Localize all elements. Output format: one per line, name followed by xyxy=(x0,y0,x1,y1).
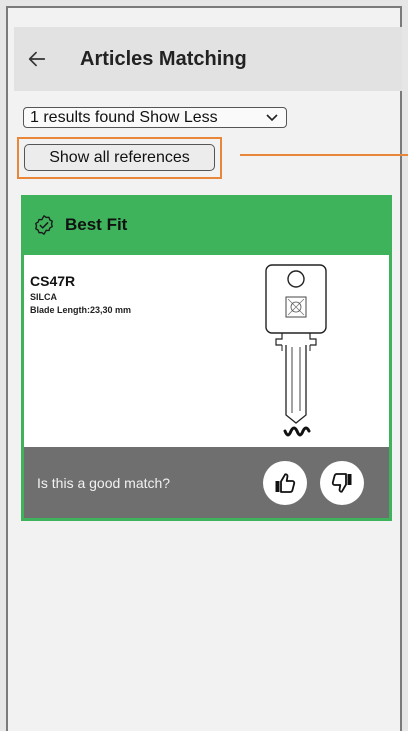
thumbs-up-icon xyxy=(275,472,296,493)
card-body[interactable]: CS47R SILCA Blade Length:23,30 mm xyxy=(24,255,389,447)
card-header: Best Fit xyxy=(21,195,392,255)
show-all-references-button[interactable]: Show all references xyxy=(24,144,215,171)
card-footer: Is this a good match? xyxy=(24,447,389,518)
results-select-value: 1 results found Show Less xyxy=(30,109,218,126)
brand-name: SILCA xyxy=(30,292,57,302)
thumbs-down-icon xyxy=(331,472,352,493)
thumbs-up-button[interactable] xyxy=(263,460,307,505)
app-bar: Articles Matching xyxy=(14,27,402,91)
annotation-callout-line xyxy=(240,154,408,156)
match-card: Best Fit CS47R SILCA Blade Length:23,30 … xyxy=(21,195,392,521)
thumbs-down-button[interactable] xyxy=(320,460,364,505)
results-select[interactable]: 1 results found Show Less xyxy=(23,107,287,128)
arrow-left-icon[interactable] xyxy=(26,48,48,70)
blade-length: Blade Length:23,30 mm xyxy=(30,305,132,315)
check-badge-icon xyxy=(35,215,53,235)
chevron-down-icon xyxy=(266,113,278,121)
best-fit-label: Best Fit xyxy=(65,215,128,234)
page-title: Articles Matching xyxy=(80,47,247,70)
part-number: CS47R xyxy=(30,273,76,289)
match-question: Is this a good match? xyxy=(37,474,171,491)
key-image xyxy=(265,264,327,437)
